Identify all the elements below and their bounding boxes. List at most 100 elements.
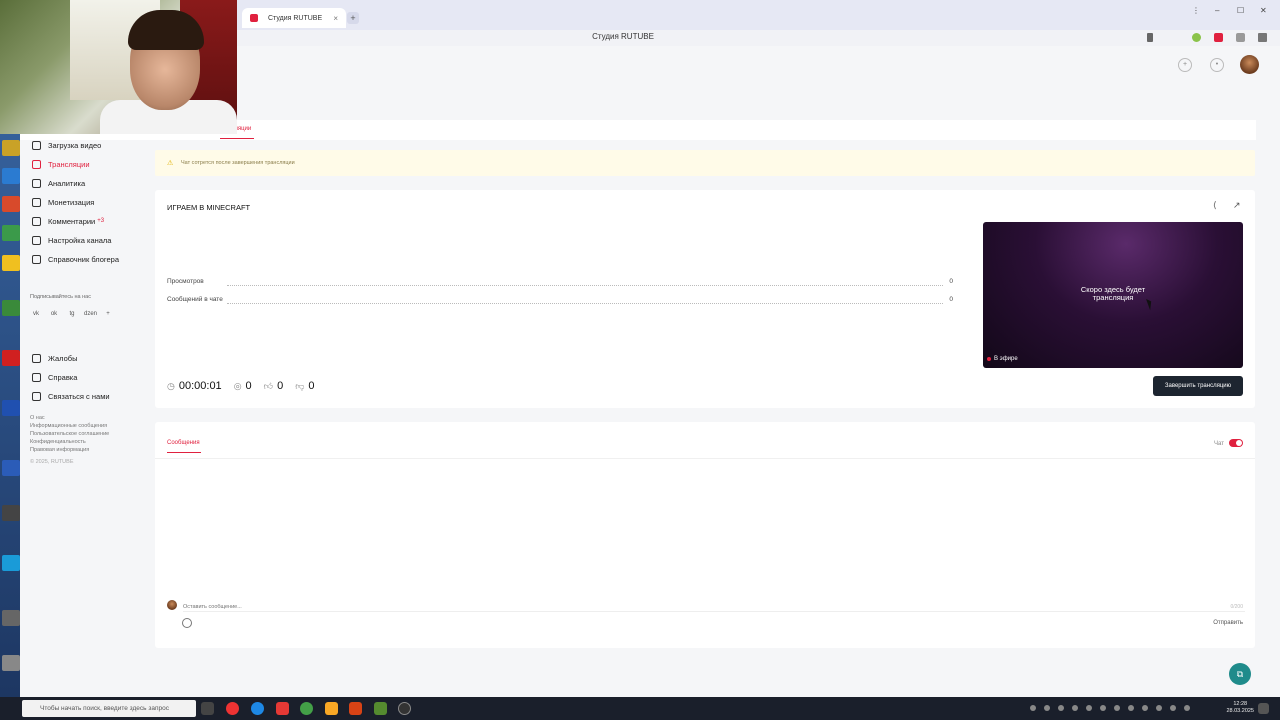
notification-center-icon[interactable] [1258, 703, 1269, 714]
footer-link-privacy[interactable]: Конфиденциальность [30, 439, 86, 445]
sidebar-item-contact[interactable]: Связаться с нами [32, 389, 110, 403]
tray-icon[interactable] [1100, 705, 1106, 711]
tray-icon[interactable] [1058, 705, 1064, 711]
end-broadcast-button[interactable]: Завершить трансляцию [1153, 376, 1243, 396]
desktop-icon[interactable] [2, 196, 20, 212]
thumbs-up-icon: 👍︎ [263, 380, 274, 391]
settings-icon [32, 235, 41, 245]
desktop-icon[interactable] [2, 460, 20, 476]
create-icon[interactable]: + [1178, 58, 1192, 72]
share-icon[interactable]: ⟨ [1213, 200, 1217, 211]
sidebar-item-comments[interactable]: Комментарии +3 [32, 214, 104, 228]
edge-icon[interactable] [251, 702, 264, 715]
minimize-button[interactable]: – [1215, 6, 1219, 15]
task-view-icon[interactable] [201, 702, 214, 715]
sidebar-item-blogger-guide[interactable]: Справочник блогера [32, 252, 119, 266]
download-icon[interactable] [1258, 33, 1267, 42]
desktop-icon[interactable] [2, 655, 20, 671]
sidebar-item-analytics[interactable]: Аналитика [32, 176, 85, 190]
sidebar-item-broadcasts[interactable]: Трансляции [32, 157, 90, 171]
warning-icon: ⚠ [167, 160, 174, 167]
sidebar-item-upload[interactable]: Загрузка видео [32, 138, 101, 152]
sidebar-item-complaints[interactable]: Жалобы [32, 351, 78, 365]
taskbar-search[interactable]: Чтобы начать поиск, введите здесь запрос [22, 700, 196, 717]
dzen-icon[interactable]: dzen [84, 308, 97, 320]
sidebar-item-monetization[interactable]: Монетизация [32, 195, 94, 209]
windows-taskbar: Чтобы начать поиск, введите здесь запрос… [0, 697, 1280, 720]
stat-value: 0 [949, 278, 953, 285]
stat-value: 0 [949, 296, 953, 303]
sidebar-item-label: Справка [48, 372, 78, 382]
chat-toggle[interactable] [1229, 439, 1243, 447]
ok-icon[interactable]: ok [48, 308, 60, 320]
sidebar-item-channel-settings[interactable]: Настройка канала [32, 233, 111, 247]
tray-icon[interactable] [1142, 705, 1148, 711]
desktop-icon[interactable] [2, 255, 20, 271]
user-avatar[interactable] [1240, 55, 1259, 74]
tray-icon[interactable] [1128, 705, 1134, 711]
more-socials-icon[interactable]: + [102, 308, 114, 320]
vk-icon[interactable]: vk [30, 308, 42, 320]
youtube-extension-icon[interactable] [1214, 33, 1223, 42]
desktop-icon[interactable] [2, 400, 20, 416]
tray-icon[interactable] [1044, 705, 1050, 711]
footer-link-info[interactable]: Информационные сообщения [30, 423, 107, 429]
sidebar-item-help[interactable]: Справка [32, 370, 77, 384]
stat-label: Сообщений в чате [167, 296, 223, 303]
dislikes-metric: 👎︎ 0 [295, 380, 314, 392]
extensions-icon[interactable] [1236, 33, 1245, 42]
close-window-button[interactable]: ✕ [1260, 6, 1267, 15]
tray-icon[interactable] [1184, 705, 1190, 711]
tray-icon[interactable] [1170, 705, 1176, 711]
browser-tab[interactable]: Студия RUTUBE × [242, 8, 346, 28]
app-icon[interactable] [349, 702, 362, 715]
thumbs-down-icon: 👎︎ [295, 380, 305, 391]
extension-icon[interactable] [1192, 33, 1201, 42]
tray-icon[interactable] [1030, 705, 1036, 711]
new-tab-button[interactable]: + [347, 12, 359, 24]
footer-link-terms[interactable]: Пользовательское соглашение [30, 431, 109, 437]
emoji-icon[interactable] [182, 618, 192, 628]
desktop-icon[interactable] [2, 300, 20, 316]
send-button[interactable]: Отправить [1213, 620, 1243, 626]
open-external-icon[interactable]: ↗ [1233, 200, 1241, 211]
desktop-icon[interactable] [2, 140, 20, 156]
support-chat-button[interactable]: ⧉ [1229, 663, 1251, 685]
tray-icon[interactable] [1086, 705, 1092, 711]
sidebar-item-label: Трансляции [48, 159, 90, 169]
studio-page: + • Трансляции ⚠ Чат сотрется после заве… [20, 46, 1280, 697]
stream-title: ИГРАЕМ В MINECRAFT [167, 203, 251, 212]
chat-toggle-label: Чат [1214, 441, 1224, 447]
tab-close-icon[interactable]: × [333, 14, 338, 23]
chrome-icon[interactable] [300, 702, 313, 715]
file-explorer-icon[interactable] [325, 702, 338, 715]
bookmark-icon[interactable] [1147, 33, 1153, 42]
taskbar-clock[interactable]: 12:28 28.03.2025 [1226, 701, 1254, 715]
eye-icon: ◎ [233, 380, 242, 391]
message-input[interactable] [183, 602, 1245, 612]
yandex-icon[interactable] [276, 702, 289, 715]
desktop-icon[interactable] [2, 555, 20, 571]
yandex-browser-icon[interactable] [226, 702, 239, 715]
footer-link-about[interactable]: О нас [30, 415, 45, 421]
desktop-icon[interactable] [2, 168, 20, 184]
footer-link-legal[interactable]: Правовая информация [30, 447, 89, 453]
maximize-button[interactable]: ☐ [1237, 6, 1244, 15]
desktop-icon[interactable] [2, 225, 20, 241]
comments-badge: +3 [97, 218, 105, 224]
stat-chat-messages: Сообщений в чате 0 [167, 296, 953, 306]
tray-icon[interactable] [1114, 705, 1120, 711]
sidebar-item-label: Аналитика [48, 178, 86, 188]
desktop-icon[interactable] [2, 610, 20, 626]
browser-menu-icon[interactable]: ⋮ [1192, 6, 1200, 15]
tray-icon[interactable] [1072, 705, 1078, 711]
obs-icon[interactable] [398, 702, 411, 715]
tab-messages[interactable]: Сообщения [167, 440, 200, 446]
telegram-icon[interactable]: tg [66, 308, 78, 320]
minecraft-icon[interactable] [374, 702, 387, 715]
tray-icon[interactable] [1156, 705, 1162, 711]
desktop-icon[interactable] [2, 505, 20, 521]
stream-preview-player[interactable]: Скоро здесь будет трансляция В эфире [983, 222, 1243, 368]
desktop-icon[interactable] [2, 350, 20, 366]
notifications-icon[interactable]: • [1210, 58, 1224, 72]
